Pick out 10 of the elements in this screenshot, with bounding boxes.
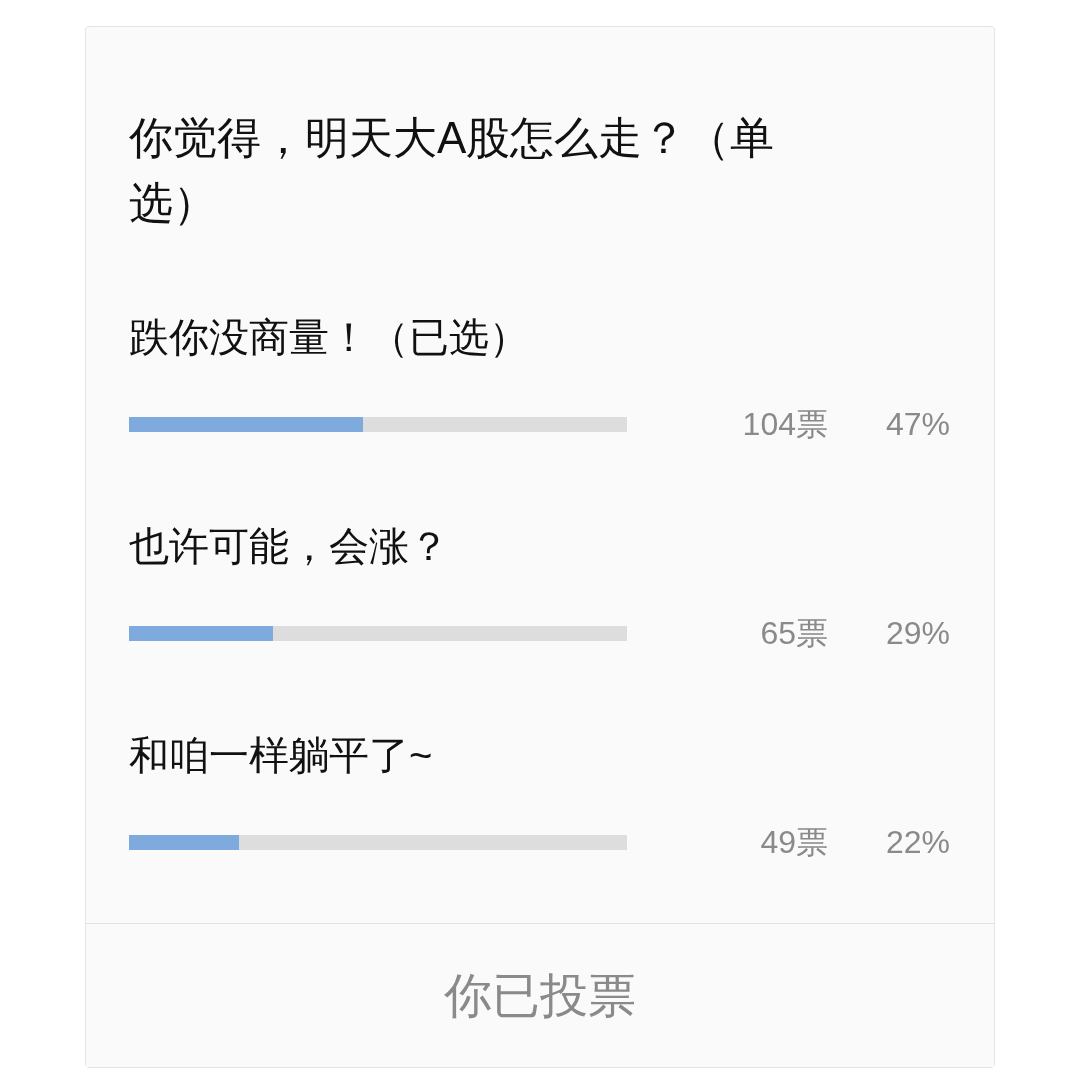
poll-question: 你觉得，明天大A股怎么走？（单选）	[129, 112, 776, 229]
option-label: 跌你没商量！（已选）	[129, 314, 529, 361]
vote-count: 65票	[760, 614, 828, 653]
vote-percent: 47%	[885, 405, 950, 444]
option-label: 也许可能，会涨？	[129, 523, 449, 570]
vote-count: 49票	[760, 823, 828, 862]
vote-percent: 22%	[885, 823, 950, 862]
vote-count: 104票	[742, 405, 828, 444]
vote-percent: 29%	[885, 614, 950, 653]
option-label: 和咱一样躺平了~	[129, 732, 433, 779]
